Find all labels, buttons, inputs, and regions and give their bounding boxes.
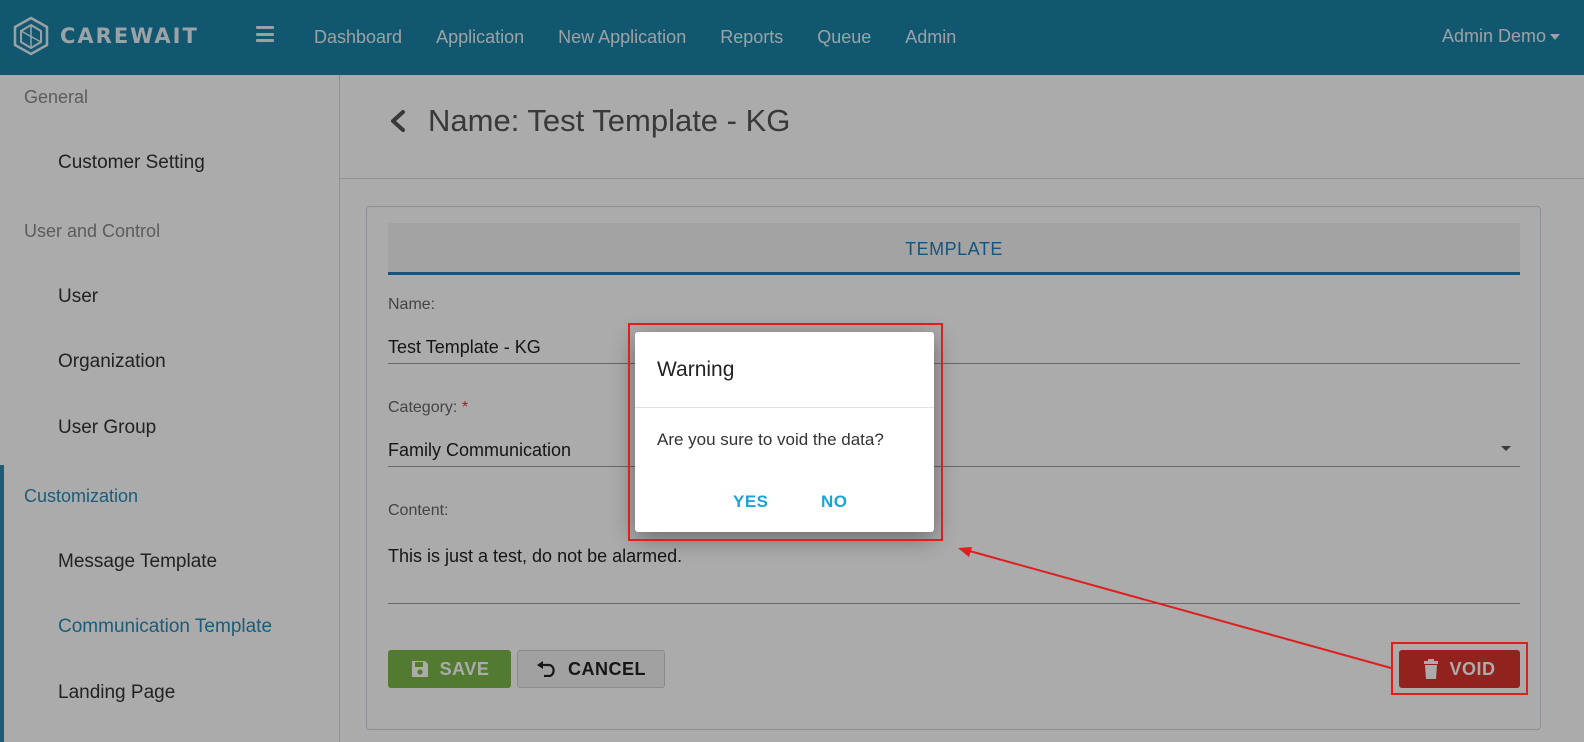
annotation-arrow-icon [958, 547, 1392, 669]
